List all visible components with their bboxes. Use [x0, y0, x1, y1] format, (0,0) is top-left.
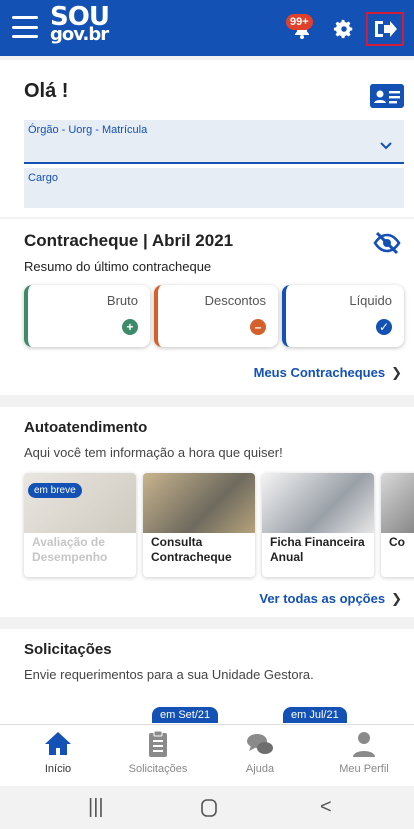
coming-soon-badge: em breve — [28, 483, 82, 498]
logout-icon — [375, 21, 397, 37]
my-paychecks-link-label: Meus Contracheques — [253, 365, 386, 380]
tile-performance-review[interactable]: em breve Avaliação de Desempenho — [24, 473, 136, 577]
chat-icon — [247, 734, 273, 754]
back-icon[interactable]: < — [320, 796, 332, 819]
nav-requests[interactable]: Solicitações — [108, 729, 208, 775]
tile-label: Ficha Financeira Anual — [270, 535, 365, 564]
status-badge: em Jul/21 — [283, 707, 347, 723]
self-service-subtitle: Aqui você tem informação a hora que quis… — [24, 445, 283, 460]
org-select[interactable]: Órgão - Uorg - Matrícula — [24, 120, 404, 164]
greeting-title: Olá ! — [24, 80, 69, 102]
notification-badge: 99+ — [286, 14, 313, 30]
requests-card: Solicitações Envie requerimentos para a … — [0, 629, 414, 724]
top-bar: SOU gov.br 99+ — [0, 0, 414, 56]
notifications-button[interactable]: 99+ — [286, 14, 316, 44]
requests-title: Solicitações — [24, 641, 112, 658]
cargo-label: Cargo — [28, 172, 58, 184]
id-card-icon[interactable] — [370, 84, 404, 108]
tile-paycheck-query[interactable]: Consulta Contracheque — [143, 473, 255, 577]
bruto-label: Bruto — [106, 293, 138, 308]
requests-subtitle: Envie requerimentos para a sua Unidade G… — [24, 667, 314, 682]
nav-profile[interactable]: Meu Perfil — [314, 729, 414, 775]
home-icon — [45, 732, 71, 755]
minus-circle-icon: – — [250, 319, 266, 335]
see-all-options-link-label: Ver todas as opções — [259, 591, 386, 606]
tile-image — [381, 473, 414, 533]
tile-image — [143, 473, 255, 533]
paycheck-title: Contracheque | Abril 2021 — [24, 231, 234, 250]
bruto-box: Bruto + — [24, 285, 150, 347]
chevron-right-icon: ❯ — [391, 591, 402, 606]
eye-slash-icon[interactable] — [372, 231, 402, 255]
nav-home-label: Início — [44, 763, 72, 775]
my-paychecks-link[interactable]: Meus Contracheques ❯ — [254, 365, 402, 381]
check-circle-icon: ✓ — [376, 319, 392, 335]
liquido-label: Líquido — [349, 293, 392, 308]
tile-partial[interactable]: Co — [381, 473, 414, 577]
tile-label: Co — [389, 535, 405, 549]
logo-line2: gov.br — [50, 24, 109, 45]
recent-apps-icon[interactable]: ||| — [88, 796, 104, 819]
tile-label: Avaliação de Desempenho — [32, 535, 108, 564]
app: SOU gov.br 99+ Olá ! Órgão - Uorg - Matr… — [0, 0, 414, 829]
self-service-card: Autoatendimento Aqui você tem informação… — [0, 407, 414, 617]
nav-help-label: Ajuda — [245, 763, 275, 775]
gear-icon[interactable] — [333, 18, 355, 40]
paycheck-subtitle: Resumo do último contracheque — [24, 259, 212, 274]
cargo-field: Cargo — [24, 168, 404, 208]
descontos-box: Descontos – — [154, 285, 278, 347]
nav-home[interactable]: Início — [8, 729, 108, 775]
logout-button[interactable] — [366, 12, 404, 46]
nav-help[interactable]: Ajuda — [210, 729, 310, 775]
clipboard-icon — [149, 730, 167, 757]
nav-profile-label: Meu Perfil — [339, 763, 389, 775]
tile-financial-record[interactable]: Ficha Financeira Anual — [262, 473, 374, 577]
nav-requests-label: Solicitações — [128, 763, 188, 775]
user-icon — [353, 732, 375, 757]
org-select-label: Órgão - Uorg - Matrícula — [28, 124, 148, 136]
bottom-nav: Início Solicitações Ajuda Meu Perfil — [0, 724, 414, 786]
chevron-down-icon — [380, 142, 392, 150]
descontos-label: Descontos — [204, 293, 266, 308]
status-badge: em Set/21 — [152, 707, 219, 723]
tile-label: Consulta Contracheque — [151, 535, 232, 564]
home-button-icon[interactable] — [200, 798, 218, 818]
system-nav-bar: ||| < — [0, 786, 414, 829]
tile-image — [24, 473, 136, 533]
tile-image — [262, 473, 374, 533]
see-all-options-link[interactable]: Ver todas as opções ❯ — [259, 591, 402, 607]
paycheck-card: Contracheque | Abril 2021 Resumo do últi… — [0, 219, 414, 395]
chevron-right-icon: ❯ — [391, 365, 402, 380]
logo: SOU gov.br — [50, 4, 110, 45]
self-service-title: Autoatendimento — [24, 419, 148, 436]
menu-icon[interactable] — [12, 16, 38, 38]
greeting-card: Olá ! Órgão - Uorg - Matrícula Cargo — [0, 60, 414, 217]
plus-circle-icon: + — [122, 319, 138, 335]
liquido-box: Líquido ✓ — [282, 285, 404, 347]
